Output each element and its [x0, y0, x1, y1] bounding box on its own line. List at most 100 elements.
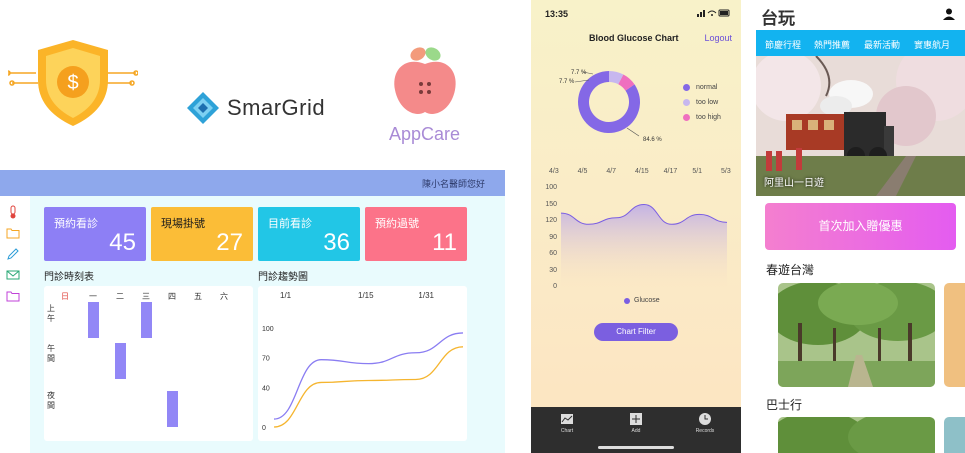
dashboard-header: 陳小名醫師您好 [0, 170, 505, 196]
pie-legend: normal too low too high [683, 84, 721, 129]
dashboard-sidebar [6, 205, 24, 310]
legend-dot [624, 297, 630, 304]
smargrid-logo: SmarGrid [185, 90, 325, 126]
dashboard-content: 預約看診 45 現場掛號 27 目前看診 36 預約過號 11 門診時刻表 門診… [30, 196, 505, 453]
date-label: 4/17 [663, 168, 678, 175]
schedule-day-header: 三 [142, 292, 150, 301]
pie-label-normal: 84.6 % [643, 137, 662, 143]
trend-y-tick: 0 [262, 425, 266, 432]
legend-label: too low [696, 99, 719, 106]
stat-card-walk-in[interactable]: 現場掛號 27 [151, 207, 253, 261]
pie-label-too-high: 7.7 % [571, 70, 587, 76]
date-label: 5/3 [721, 168, 731, 175]
clinic-schedule: 日 一 二 三 四 五 六上午 午間 夜間 [44, 286, 253, 441]
stat-card-label: 預約過號 [375, 218, 419, 230]
signal-wifi-battery-icon [697, 9, 730, 17]
trend-title: 門診趨勢圖 [258, 272, 308, 283]
clock-icon [699, 413, 711, 425]
nav-item-popular[interactable]: 熱門推薦 [814, 38, 850, 51]
date-label: 4/3 [549, 168, 559, 175]
nav-item-festival[interactable]: 節慶行程 [765, 38, 801, 51]
folder-icon[interactable] [6, 289, 20, 303]
tab-label: Add [631, 428, 641, 434]
schedule-slot[interactable] [115, 343, 126, 379]
screenshot-collage: $ SmarGrid AppCare 陳小名醫師您好 預約看診 45 現場掛號 … [0, 0, 965, 453]
smargrid-wordmark: SmarGrid [227, 95, 326, 120]
tree-photo-card[interactable] [778, 283, 935, 387]
chart-filter-button[interactable]: Chart Filter [594, 323, 678, 341]
trend-y-tick: 70 [262, 356, 270, 363]
pie-label-too-low: 7.7 % [559, 79, 575, 85]
schedule-slot[interactable] [141, 302, 152, 338]
schedule-period-label: 午間 [47, 344, 55, 363]
tree-tunnel-image [778, 283, 935, 387]
first-join-promo-button[interactable]: 首次加入贈優惠 [765, 203, 956, 250]
schedule-period-label: 上午 [47, 304, 55, 323]
schedule-slot[interactable] [167, 391, 178, 427]
schedule-title: 門診時刻表 [44, 272, 94, 283]
schedule-slot[interactable] [88, 302, 99, 338]
nav-item-events[interactable]: 最新活動 [864, 38, 900, 51]
pen-icon[interactable] [6, 247, 20, 261]
status-icons [697, 9, 731, 19]
glucose-area-fill [561, 204, 727, 287]
money-shield-icon: $ [8, 40, 138, 126]
trend-date-label: 1/1 [280, 291, 292, 300]
folder-icon[interactable] [6, 226, 20, 240]
stat-card-appointments[interactable]: 預約看診 45 [44, 207, 146, 261]
status-time: 13:35 [545, 9, 569, 19]
date-label: 4/7 [606, 168, 617, 175]
tab-records[interactable]: Records [685, 413, 725, 434]
nav-item-deals[interactable]: 實惠航月 [914, 38, 950, 51]
stat-card-missed[interactable]: 預約過號 11 [365, 207, 467, 261]
glucose-area-chart [560, 203, 728, 287]
stat-card-label: 現場掛號 [161, 218, 205, 230]
appcare-logo: AppCare [385, 42, 465, 152]
tab-chart[interactable]: Chart [547, 413, 587, 434]
stat-card-label: 預約看診 [54, 218, 98, 230]
trend-y-tick: 40 [262, 385, 270, 392]
stat-card-label: 目前看診 [268, 218, 312, 230]
schedule-day-header: 六 [220, 292, 228, 301]
glucose-phone-app: 13:35 Blood Glucose Chart Logout 7.7 % 7… [531, 0, 741, 453]
stat-card-value: 27 [216, 229, 243, 256]
pie-leader-line [626, 127, 640, 137]
clinic-dashboard: $ SmarGrid AppCare 陳小名醫師您好 預約看診 45 現場掛號 … [0, 0, 505, 453]
trend-chart: 1/1 1/15 1/31 100 70 40 0 [258, 286, 467, 441]
date-label: 5/1 [692, 168, 703, 175]
trend-y-tick: 100 [262, 326, 274, 333]
trend-chart-svg: 1/1 1/15 1/31 100 70 40 0 [262, 291, 464, 432]
trend-series-line [273, 346, 464, 428]
brand-logo[interactable]: 台玩 [761, 4, 795, 29]
trend-date-label: 1/31 [418, 291, 434, 300]
legend-dot [683, 99, 690, 106]
stat-card-value: 36 [323, 229, 350, 256]
appcare-wordmark: AppCare [389, 124, 461, 144]
tab-add[interactable]: Add [616, 413, 656, 434]
trend-date-label: 1/15 [358, 291, 374, 300]
glucose-series-legend: Glucose [624, 297, 660, 304]
legend-label: normal [696, 84, 718, 91]
schedule-day-header: 五 [194, 292, 202, 301]
tree-tunnel-image [778, 417, 935, 453]
legend-item: normal [683, 84, 721, 91]
home-indicator [598, 446, 674, 449]
logo-row: $ SmarGrid AppCare [0, 30, 505, 144]
stat-card-current[interactable]: 目前看診 36 [258, 207, 360, 261]
date-label: 4/15 [635, 168, 649, 175]
legend-dot [683, 114, 690, 121]
schedule-period-label: 夜間 [47, 391, 55, 410]
mail-icon[interactable] [6, 268, 20, 282]
series-label: Glucose [634, 297, 660, 304]
schedule-day-header: 一 [89, 292, 97, 301]
legend-dot [683, 84, 690, 91]
section-title-spring: 春遊台灣 [766, 263, 815, 277]
user-icon[interactable] [943, 8, 955, 20]
tab-label: Chart [560, 428, 574, 434]
side-photo-card[interactable] [944, 417, 965, 453]
travel-nav: 節慶行程 熱門推薦 最新活動 實惠航月 [756, 30, 965, 56]
side-photo-card[interactable] [944, 283, 965, 387]
tree-photo-card[interactable] [778, 417, 935, 453]
thermometer-icon[interactable] [6, 205, 20, 219]
legend-label: too high [696, 114, 721, 121]
